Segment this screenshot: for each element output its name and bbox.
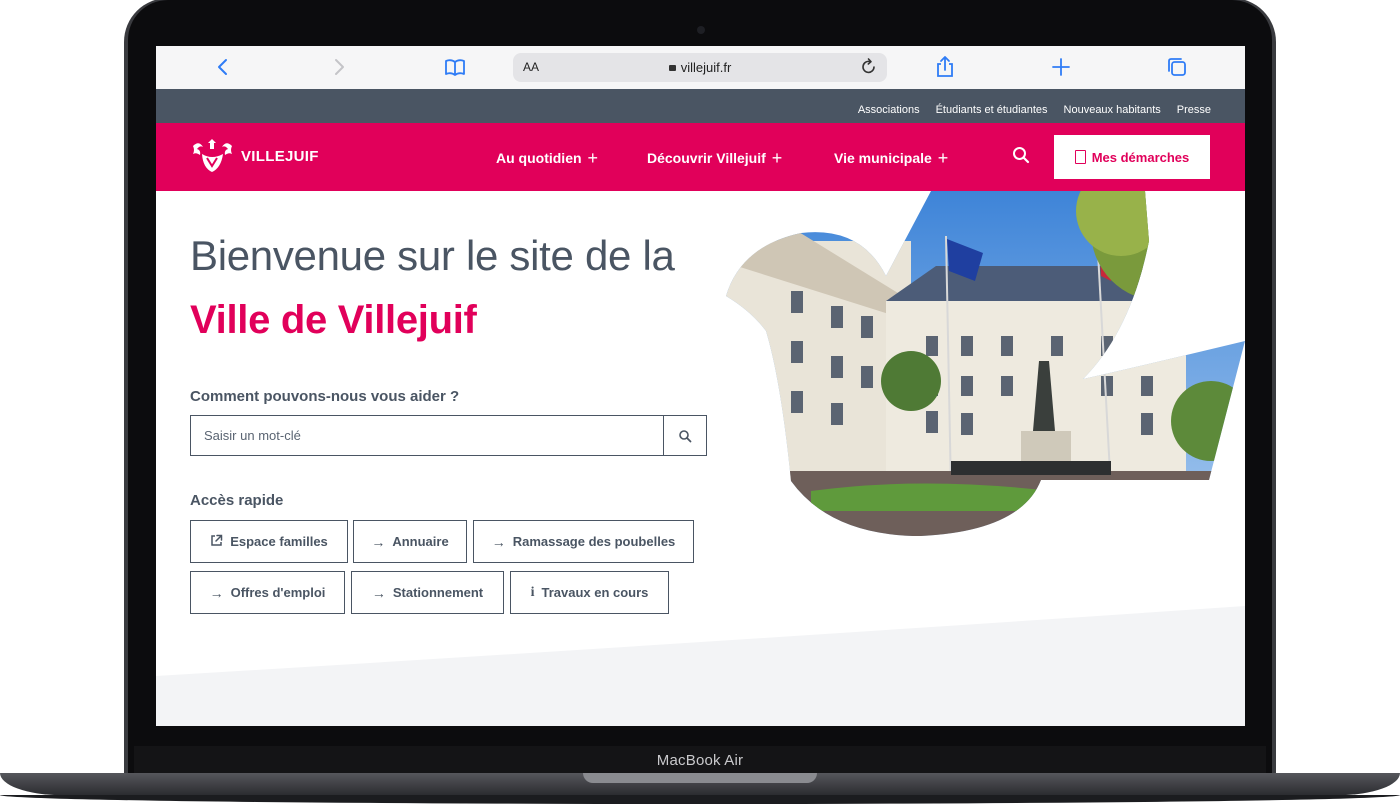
plus-icon: + [771, 148, 783, 168]
mes-demarches-label: Mes démarches [1091, 149, 1190, 165]
plus-icon: + [587, 148, 599, 168]
share-icon[interactable] [932, 54, 958, 80]
laptop-notch [583, 773, 817, 783]
quick-link-stationnement[interactable]: → Stationnement [351, 571, 504, 614]
nav-au-quotidien[interactable]: Au quotidien + [496, 147, 598, 168]
plus-icon: + [937, 148, 949, 168]
arrow-right-icon: → [371, 584, 386, 601]
lock-icon [668, 65, 676, 71]
quick-link-annuaire[interactable]: → Annuaire [353, 520, 467, 563]
utility-link-nouveaux-habitants[interactable]: Nouveaux habitants [1064, 104, 1161, 116]
utility-nav: Associations Étudiants et étudiantes Nou… [156, 89, 1245, 123]
arrow-right-icon: → [209, 584, 224, 601]
quick-link-label: Annuaire [392, 534, 449, 549]
search-field [190, 415, 707, 456]
info-icon: i [530, 584, 535, 600]
bookmarks-icon[interactable] [442, 54, 468, 80]
nav-decouvrir-villejuif[interactable]: Découvrir Villejuif + [647, 147, 782, 168]
logo-emblem-icon [193, 139, 232, 172]
arrow-right-icon: → [371, 533, 386, 550]
main-header: VILLEJUIF Au quotidien + Découvrir Villej… [156, 123, 1245, 191]
arrow-right-icon: → [491, 533, 506, 550]
external-link-icon [210, 534, 223, 550]
hero-image-town-hall [726, 191, 1245, 536]
chevron-right-icon[interactable] [326, 54, 352, 80]
background-swoosh [156, 606, 1245, 726]
quick-link-espace-familles[interactable]: Espace familles [190, 520, 348, 563]
device-model-label: MacBook Air [656, 752, 744, 769]
screen: AA villejuif.fr Associations Étudiants e… [156, 46, 1245, 726]
url-display[interactable]: villejuif.fr [513, 60, 887, 75]
logo-text: VILLEJUIF [241, 147, 319, 165]
document-icon [1074, 150, 1086, 164]
quick-link-offres-emploi[interactable]: → Offres d'emploi [190, 571, 345, 614]
laptop-foot [0, 795, 1400, 804]
camera [697, 26, 705, 34]
quick-link-label: Stationnement [392, 585, 484, 600]
nav-vie-municipale[interactable]: Vie municipale + [834, 147, 948, 168]
quick-link-label: Espace familles [230, 534, 328, 549]
nav-decouvrir-villejuif-label: Découvrir Villejuif [647, 150, 766, 166]
quick-link-ramassage-poubelles[interactable]: → Ramassage des poubelles [473, 520, 694, 563]
nav-au-quotidien-label: Au quotidien [496, 150, 582, 166]
search-input[interactable] [191, 416, 666, 455]
utility-link-etudiants[interactable]: Étudiants et étudiantes [936, 104, 1048, 116]
browser-toolbar: AA villejuif.fr [156, 46, 1245, 90]
chevron-left-icon[interactable] [211, 54, 237, 80]
quick-link-travaux-en-cours[interactable]: i Travaux en cours [510, 571, 669, 614]
quick-access-label: Accès rapide [190, 492, 284, 509]
nav-vie-municipale-label: Vie municipale [834, 150, 932, 166]
utility-link-associations[interactable]: Associations [858, 104, 920, 116]
site-logo[interactable]: VILLEJUIF [190, 138, 319, 174]
tabs-icon[interactable] [1164, 54, 1190, 80]
quick-link-label: Travaux en cours [541, 585, 649, 600]
url-text: villejuif.fr [680, 60, 732, 75]
hero-title-line1: Bienvenue sur le site de la [190, 232, 675, 279]
plus-icon[interactable] [1048, 54, 1074, 80]
search-icon [679, 429, 692, 442]
search-label: Comment pouvons-nous vous aider ? [190, 388, 460, 405]
hero-title-line2: Ville de Villejuif [190, 298, 477, 342]
mes-demarches-button[interactable]: Mes démarches [1054, 135, 1210, 179]
quick-link-label: Ramassage des poubelles [512, 534, 676, 549]
address-bar[interactable]: AA villejuif.fr [513, 53, 887, 82]
utility-link-presse[interactable]: Presse [1177, 104, 1211, 116]
quick-link-label: Offres d'emploi [230, 585, 326, 600]
search-submit-button[interactable] [663, 416, 706, 455]
reload-icon[interactable] [861, 57, 877, 80]
search-icon[interactable] [1011, 145, 1031, 165]
